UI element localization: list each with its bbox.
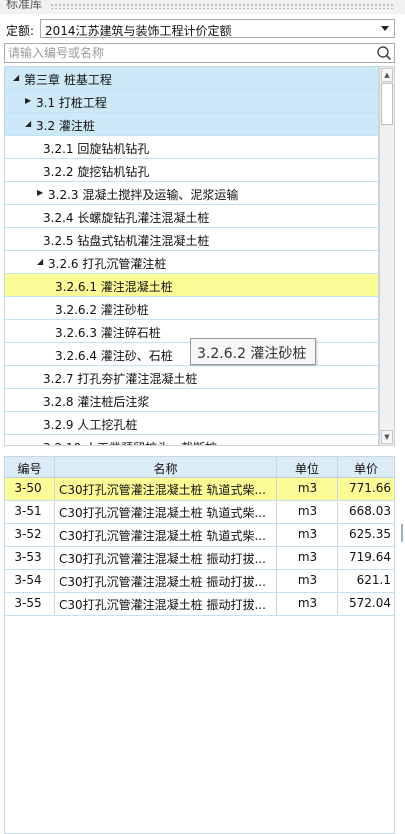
cell-name: C30打孔沉管灌注混凝土桩 振动打拔...	[55, 593, 277, 615]
triangle-down-icon[interactable]: ◢	[25, 119, 31, 128]
cell-unit: m3	[277, 524, 338, 546]
cell-code: 3-51	[5, 501, 55, 523]
tree-item[interactable]: ▶ 3.1 打桩工程	[5, 90, 378, 113]
tree-item[interactable]: 3.2.5 钻盘式钻机灌注混凝土桩	[5, 228, 378, 251]
tree-item[interactable]: ◢ 3.2 灌注桩	[5, 113, 378, 136]
table-row[interactable]: 3-51 C30打孔沉管灌注混凝土桩 轨道式柴... m3 668.03	[5, 501, 394, 524]
panel-title: 标准库	[6, 0, 43, 11]
tree-item[interactable]: 3.2.8 灌注桩后注浆	[5, 389, 378, 412]
column-header-code[interactable]: 编号	[5, 457, 55, 477]
cell-code: 3-54	[5, 570, 55, 592]
tree-item-label: 3.2.9 人工挖孔桩	[43, 418, 138, 432]
tree-item[interactable]: ▶ 3.2.3 混凝土搅拌及运输、泥浆运输	[5, 182, 378, 205]
tree-item[interactable]: 3.2.6.1 灌注混凝土桩	[5, 274, 378, 297]
scroll-thumb[interactable]	[381, 83, 393, 125]
search-input[interactable]	[8, 45, 368, 61]
cell-name: C30打孔沉管灌注混凝土桩 振动打拔...	[55, 570, 277, 592]
tree-item[interactable]: 3.2.9 人工挖孔桩	[5, 412, 378, 435]
triangle-down-icon[interactable]: ◢	[37, 257, 43, 266]
tree-item[interactable]: ◢ 3.2.6 打孔沉管灌注桩	[5, 251, 378, 274]
triangle-down-icon[interactable]: ◢	[13, 73, 19, 82]
cell-code: 3-52	[5, 524, 55, 546]
triangle-right-icon[interactable]: ▶	[37, 188, 43, 197]
tree-item-label: 3.2.6 打孔沉管灌注桩	[48, 257, 167, 271]
cell-price: 621.1	[356, 573, 391, 587]
tree-item[interactable]: 3.2.1 回旋钻机钻孔	[5, 136, 378, 159]
column-header-unit[interactable]: 单位	[277, 457, 338, 477]
splitter-handle[interactable]	[401, 524, 403, 542]
quota-row: 定额: 2014江苏建筑与装饰工程计价定额	[0, 18, 405, 40]
chevron-down-icon	[381, 26, 389, 31]
cell-price: 572.04	[349, 596, 391, 610]
tooltip: 3.2.6.2 灌注砂桩	[190, 338, 316, 365]
scroll-up-button[interactable]: ▲	[381, 68, 393, 82]
tree-item-label: 3.2.3 混凝土搅拌及运输、泥浆运输	[48, 188, 239, 202]
scroll-down-button[interactable]: ▼	[381, 430, 393, 444]
cell-code: 3-55	[5, 593, 55, 615]
tree-item[interactable]: 3.2.4 长螺旋钻孔灌注混凝土桩	[5, 205, 378, 228]
cell-price: 625.35	[349, 527, 391, 541]
grid-header: 编号 名称 单位 单价	[5, 457, 394, 478]
table-row[interactable]: 3-52 C30打孔沉管灌注混凝土桩 轨道式柴... m3 625.35	[5, 524, 394, 547]
tree-item-label: 3.2.6.2 灌注砂桩	[55, 303, 149, 317]
cell-unit: m3	[277, 547, 338, 569]
tree-item[interactable]: 3.2.7 打孔夯扩灌注混凝土桩	[5, 366, 378, 389]
triangle-right-icon[interactable]: ▶	[25, 96, 31, 105]
tree-item-label: 3.2.10 人工凿预留桩头、截断桩	[43, 439, 217, 445]
tree-item-label: 3.2.5 钻盘式钻机灌注混凝土桩	[43, 234, 210, 248]
cell-name: C30打孔沉管灌注混凝土桩 振动打拔...	[55, 547, 277, 569]
tree-item-label: 3.2.6.4 灌注砂、石桩	[55, 349, 173, 363]
table-row[interactable]: 3-54 C30打孔沉管灌注混凝土桩 振动打拔... m3 621.1	[5, 570, 394, 593]
tree-item-label: 3.2.4 长螺旋钻孔灌注混凝土桩	[43, 211, 210, 225]
tree-item-label: 3.1 打桩工程	[36, 96, 107, 110]
cell-unit: m3	[277, 478, 338, 500]
quota-dropdown[interactable]: 2014江苏建筑与装饰工程计价定额	[40, 19, 395, 38]
tree-item-label: 3.2.1 回旋钻机钻孔	[43, 142, 150, 156]
tree-item-label: 3.2.6.3 灌注碎石桩	[55, 326, 161, 340]
cell-name: C30打孔沉管灌注混凝土桩 轨道式柴...	[55, 524, 277, 546]
table-row[interactable]: 3-55 C30打孔沉管灌注混凝土桩 振动打拔... m3 572.04	[5, 593, 394, 616]
quota-grid: 编号 名称 单位 单价 3-50 C30打孔沉管灌注混凝土桩 轨道式柴... m3 7…	[4, 456, 395, 834]
column-header-price[interactable]: 单价	[338, 457, 394, 477]
search-icon[interactable]	[376, 45, 392, 61]
tree-item[interactable]: 3.2.6.2 灌注砂桩	[5, 297, 378, 320]
panel-title-bar: 标准库	[0, 0, 405, 14]
tree-item-label: 3.2.6.1 灌注混凝土桩	[55, 280, 173, 294]
cell-code: 3-50	[5, 478, 55, 500]
cell-name: C30打孔沉管灌注混凝土桩 轨道式柴...	[55, 501, 277, 523]
quota-tree[interactable]: ◢ 第三章 桩基工程 ▶ 3.1 打桩工程 ◢ 3.2 灌注桩 3.2.1 回旋钻机钻孔 3.…	[4, 66, 379, 446]
tree-item-label: 3.2 灌注桩	[36, 119, 95, 133]
cell-unit: m3	[277, 501, 338, 523]
cell-price: 719.64	[349, 550, 391, 564]
tree-item[interactable]: ◢ 第三章 桩基工程	[5, 67, 378, 90]
cell-code: 3-53	[5, 547, 55, 569]
tree-item[interactable]: 3.2.2 旋挖钻机钻孔	[5, 159, 378, 182]
panel-grip[interactable]	[50, 3, 393, 9]
cell-unit: m3	[277, 570, 338, 592]
cell-price: 771.66	[349, 481, 391, 495]
tree-item-label: 3.2.7 打孔夯扩灌注混凝土桩	[43, 372, 198, 386]
tree-scrollbar[interactable]: ▲ ▼	[379, 66, 395, 446]
search-box	[4, 43, 395, 63]
cell-name: C30打孔沉管灌注混凝土桩 轨道式柴...	[55, 478, 277, 500]
table-row[interactable]: 3-50 C30打孔沉管灌注混凝土桩 轨道式柴... m3 771.66	[5, 478, 394, 501]
quota-label: 定额:	[6, 24, 35, 38]
column-header-name[interactable]: 名称	[55, 457, 277, 477]
tree-item-label: 第三章 桩基工程	[24, 73, 112, 87]
table-row[interactable]: 3-53 C30打孔沉管灌注混凝土桩 振动打拔... m3 719.64	[5, 547, 394, 570]
cell-price: 668.03	[349, 504, 391, 518]
quota-selected-value: 2014江苏建筑与装饰工程计价定额	[45, 24, 232, 38]
tree-item-label: 3.2.8 灌注桩后注浆	[43, 395, 150, 409]
tree-item-label: 3.2.2 旋挖钻机钻孔	[43, 165, 150, 179]
tree-item[interactable]: 3.2.10 人工凿预留桩头、截断桩	[5, 435, 378, 445]
cell-unit: m3	[277, 593, 338, 615]
